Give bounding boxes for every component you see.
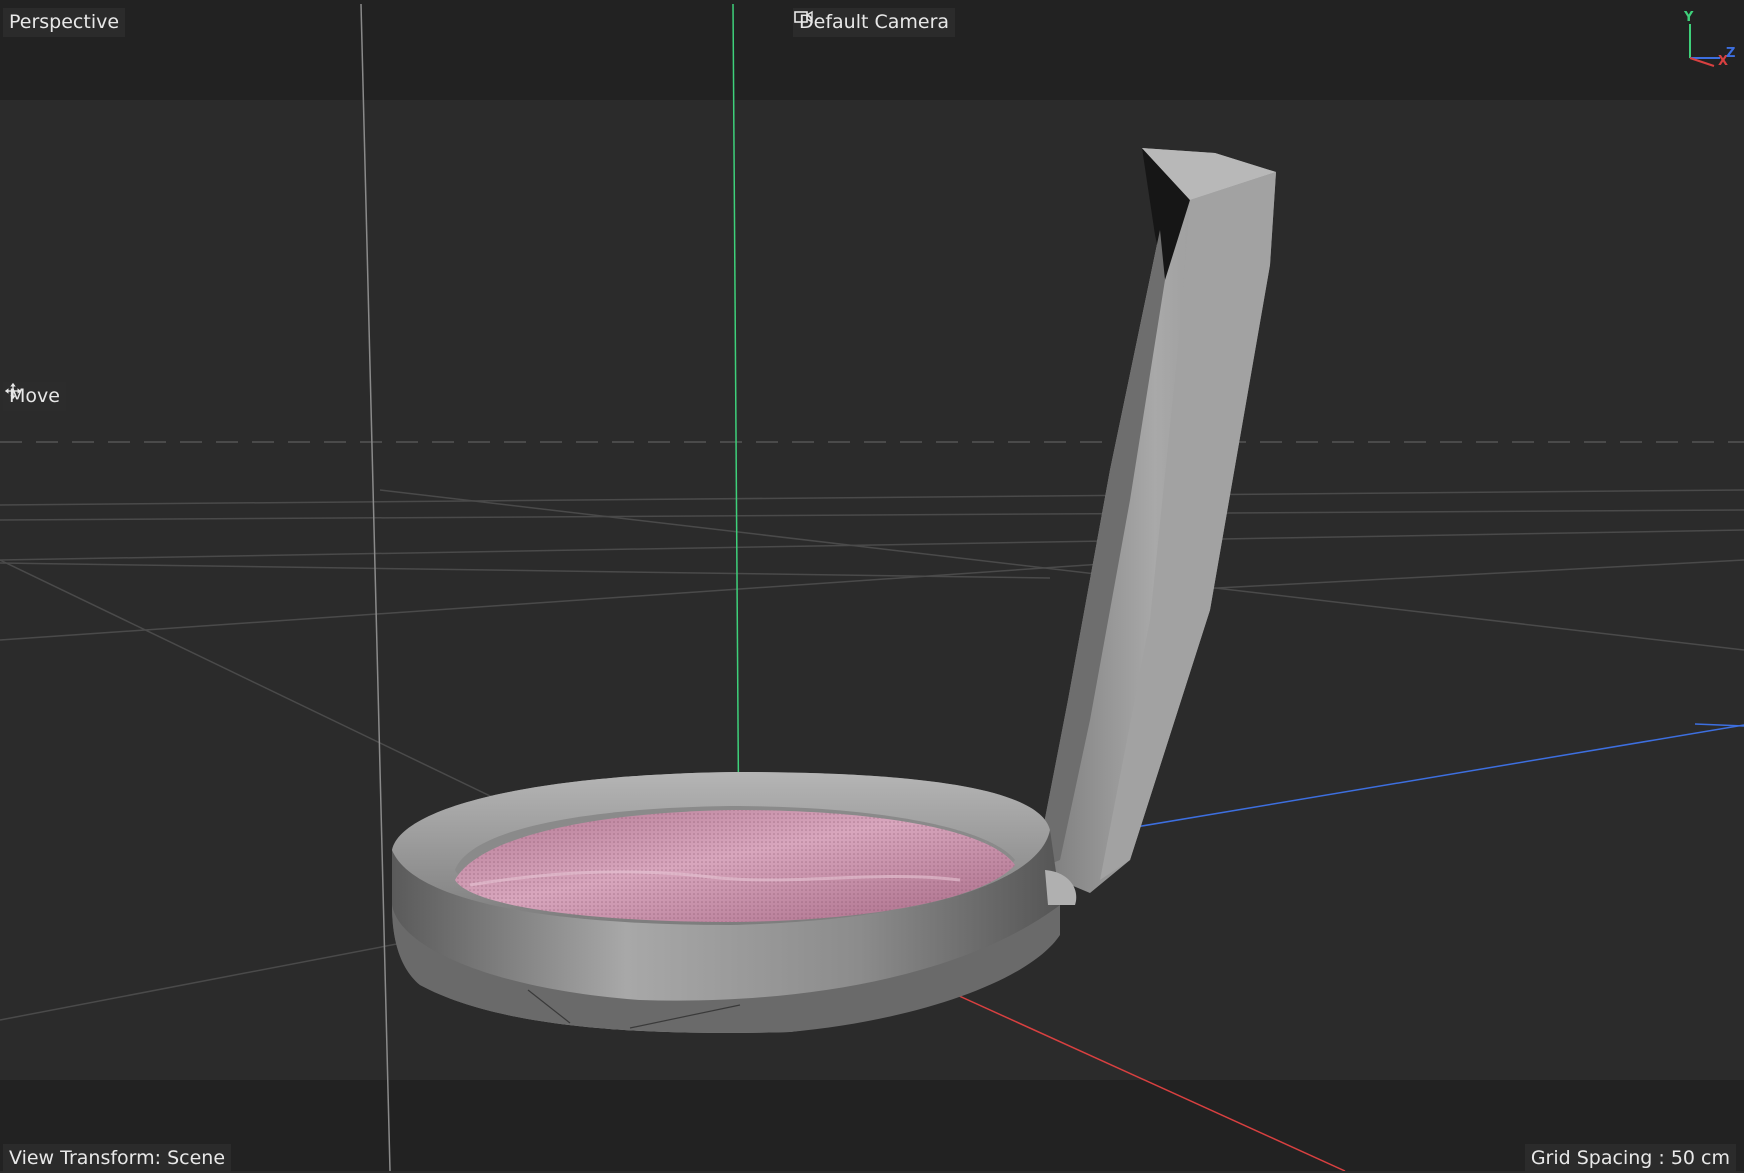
camera-selector[interactable]: Default Camera (793, 8, 956, 37)
move-arrows-icon (4, 382, 22, 400)
gizmo-y-label: Y (1684, 10, 1694, 25)
compact-base[interactable] (392, 772, 1077, 1033)
axis-y-line (732, 3, 740, 866)
axis-z-tip (1694, 723, 1744, 727)
compact-lid[interactable] (1035, 148, 1276, 893)
3d-viewport[interactable]: Perspective Default Camera Move View Tra… (0, 0, 1744, 1173)
active-tool-label[interactable]: Move (3, 382, 66, 411)
camera-name: Default Camera (799, 11, 950, 33)
letterbox-bottom (0, 1080, 1744, 1171)
axis-gizmo[interactable]: Y X Z (1680, 10, 1736, 72)
camera-frame-line (360, 3, 391, 1171)
scene-canvas[interactable] (0, 0, 1744, 1171)
view-transform-label: View Transform: Scene (3, 1144, 232, 1173)
grid-spacing-label: Grid Spacing : 50 cm (1524, 1144, 1736, 1173)
axis-z-line (1129, 724, 1744, 829)
camera-icon (794, 10, 813, 24)
view-name-label[interactable]: Perspective (3, 8, 126, 37)
gizmo-z-label: Z (1726, 46, 1736, 61)
